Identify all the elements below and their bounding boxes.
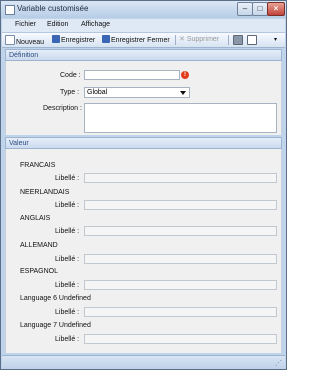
libelle-input[interactable] — [84, 226, 277, 236]
libelle-label: Libellé : — [55, 256, 80, 263]
dropdown-arrow-icon — [180, 91, 186, 95]
libelle-input[interactable] — [84, 173, 277, 183]
description-textarea[interactable] — [84, 103, 277, 133]
type-select-value: Global — [87, 89, 108, 96]
language-name: NEERLANDAIS — [20, 189, 70, 196]
libelle-input[interactable] — [84, 307, 277, 317]
resize-grip-icon[interactable]: ⋰ — [275, 359, 282, 367]
save-close-button[interactable]: Enregistrer Fermer — [102, 35, 170, 45]
toolbar: Nouveau Enregistrer Enregistrer Fermer ✕… — [2, 33, 285, 48]
valeur-panel: FRANCAIS Libellé : NEERLANDAIS Libellé :… — [5, 149, 282, 353]
libelle-input[interactable] — [84, 254, 277, 264]
print-preview-button[interactable] — [247, 35, 258, 45]
libelle-label: Libellé : — [55, 202, 80, 209]
title-bar[interactable]: Variable customisée – □ × — [1, 1, 286, 18]
language-name: ESPAGNOL — [20, 268, 58, 275]
valeur-section-header[interactable]: Valeur — [5, 137, 282, 149]
app-icon — [5, 5, 15, 15]
delete-x-icon: ✕ — [179, 36, 185, 43]
language-name: Language 7 Undefined — [20, 322, 91, 329]
libelle-input[interactable] — [84, 334, 277, 344]
definition-section-header[interactable]: Définition — [5, 49, 282, 61]
libelle-label: Libellé : — [55, 228, 80, 235]
new-button[interactable]: Nouveau — [5, 35, 44, 46]
libelle-input[interactable] — [84, 280, 277, 290]
floppy-disk-icon — [52, 35, 60, 43]
window-title: Variable customisée — [17, 4, 89, 13]
type-label: Type : — [60, 89, 80, 96]
maximize-button[interactable]: □ — [252, 2, 268, 16]
toolbar-separator — [228, 35, 229, 45]
app-window: Variable customisée – □ × Fichier Editio… — [0, 0, 287, 370]
floppy-disk-close-icon — [102, 35, 110, 43]
new-document-icon — [5, 35, 15, 45]
language-name: FRANCAIS — [20, 162, 56, 169]
error-icon: ! — [181, 71, 189, 79]
toolbar-overflow-button[interactable]: ▾ — [274, 36, 277, 46]
libelle-input[interactable] — [84, 200, 277, 210]
language-name: Language 6 Undefined — [20, 295, 91, 302]
menu-affichage[interactable]: Affichage — [81, 21, 110, 28]
delete-button[interactable]: ✕ Supprimer — [179, 35, 219, 45]
libelle-label: Libellé : — [55, 336, 80, 343]
libelle-label: Libellé : — [55, 282, 80, 289]
close-button[interactable]: × — [267, 2, 285, 16]
toolbar-separator — [175, 35, 176, 45]
print-button[interactable] — [233, 35, 244, 45]
language-name: ALLEMAND — [20, 242, 58, 249]
type-select[interactable]: Global — [84, 87, 190, 98]
print-preview-icon — [247, 35, 257, 45]
libelle-label: Libellé : — [55, 175, 80, 182]
save-button[interactable]: Enregistrer — [52, 35, 95, 45]
menu-bar: Fichier Edition Affichage — [2, 19, 285, 33]
language-name: ANGLAIS — [20, 215, 51, 222]
definition-panel: Code : ! Type : Global Description : — [5, 61, 282, 135]
printer-icon — [233, 35, 243, 45]
code-input[interactable] — [84, 70, 180, 80]
description-label: Description : — [43, 105, 82, 112]
menu-edition[interactable]: Edition — [47, 21, 68, 28]
status-bar: ⋰ — [2, 355, 285, 369]
code-label: Code : — [60, 72, 81, 79]
libelle-label: Libellé : — [55, 309, 80, 316]
minimize-button[interactable]: – — [237, 2, 253, 16]
menu-fichier[interactable]: Fichier — [15, 21, 36, 28]
